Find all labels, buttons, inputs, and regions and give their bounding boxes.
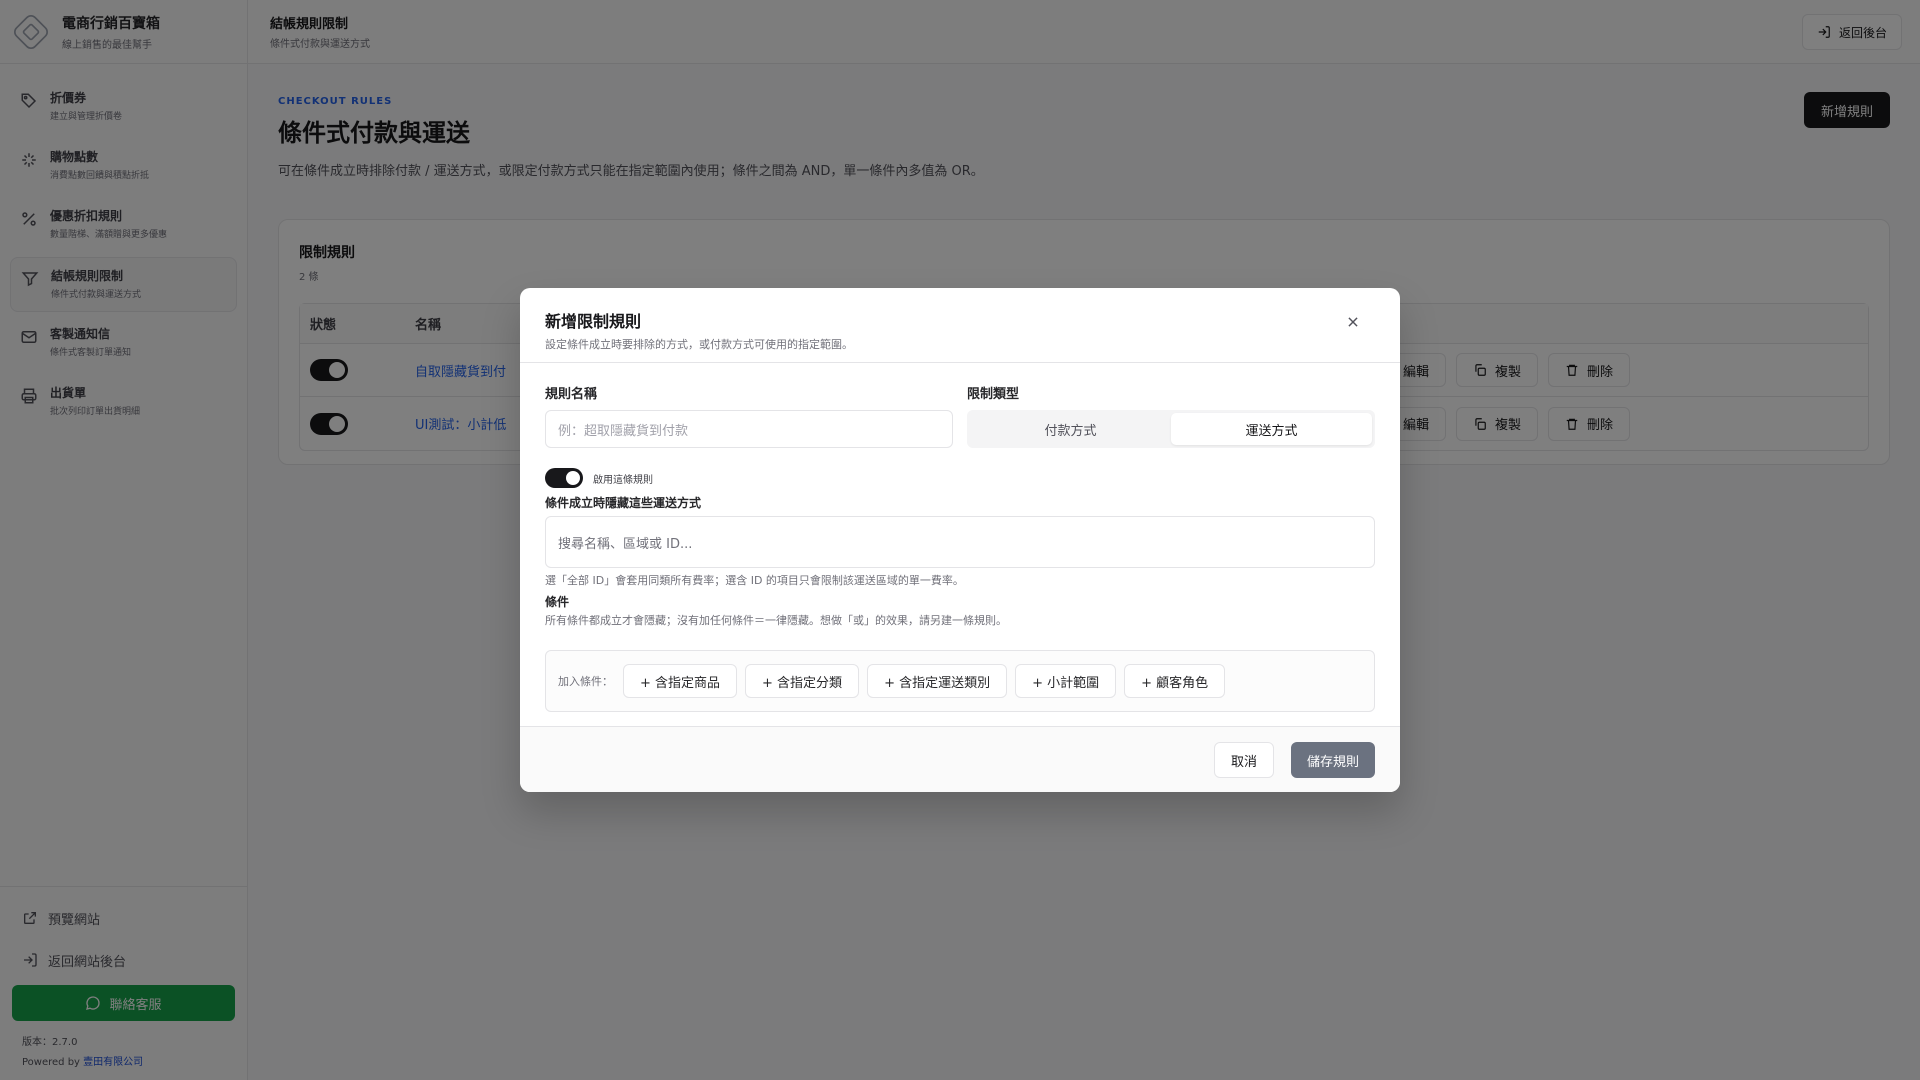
restriction-type-toggle: 付款方式 運送方式 (967, 410, 1375, 448)
new-rule-dialog: 新增限制規則 設定條件成立時要排除的方式，或付款方式可使用的指定範圍。 規則名稱… (520, 288, 1400, 792)
restriction-type-label: 限制類型 (967, 387, 1020, 402)
enable-rule-label: 啟用這條規則 (593, 474, 653, 486)
conditions-hint: 所有條件都成立才會隱藏；沒有加任何條件＝一律隱藏。想做「或」的效果，請另建一條規… (545, 614, 1007, 627)
dialog-title: 新增限制規則 (545, 312, 642, 331)
add-condition-shipping-class-button[interactable]: + 含指定運送類別 (867, 664, 1008, 698)
dialog-body: 規則名稱 例：超取隱藏貨到付款 限制類型 付款方式 運送方式 啟用這條規則 條件… (520, 363, 1400, 715)
hide-methods-label: 條件成立時隱藏這些運送方式 (545, 496, 702, 510)
add-condition-product-button[interactable]: + 含指定商品 (623, 664, 738, 698)
dialog-header: 新增限制規則 設定條件成立時要排除的方式，或付款方式可使用的指定範圍。 (520, 288, 1400, 363)
type-option-shipping[interactable]: 運送方式 (1171, 413, 1372, 445)
add-condition-bar: 加入條件： + 含指定商品 + 含指定分類 + 含指定運送類別 + 小計範圍 +… (545, 650, 1375, 712)
type-option-payment[interactable]: 付款方式 (970, 413, 1171, 445)
hide-methods-hint: 選「全部 ID」會套用同類所有費率；選含 ID 的項目只會限制該運送區域的單一費… (545, 574, 964, 587)
enable-rule-toggle[interactable] (545, 468, 583, 488)
enable-rule-row: 啟用這條規則 (545, 468, 1375, 488)
add-condition-customer-role-button[interactable]: + 顧客角色 (1124, 664, 1226, 698)
rule-name-placeholder: 例：超取隱藏貨到付款 (558, 423, 689, 439)
save-rule-button[interactable]: 儲存規則 (1290, 742, 1375, 778)
dialog-footer: 取消 儲存規則 (520, 726, 1400, 792)
add-condition-category-button[interactable]: + 含指定分類 (745, 664, 860, 698)
shipping-search-input[interactable]: 搜尋名稱、區域或 ID... (545, 516, 1375, 568)
close-icon[interactable] (1346, 315, 1360, 329)
add-condition-label: 加入條件： (558, 675, 613, 688)
cancel-button[interactable]: 取消 (1213, 742, 1274, 778)
search-placeholder: 搜尋名稱、區域或 ID... (558, 536, 693, 552)
dialog-subtitle: 設定條件成立時要排除的方式，或付款方式可使用的指定範圍。 (545, 338, 853, 351)
rule-name-label: 規則名稱 (545, 387, 598, 402)
add-condition-subtotal-button[interactable]: + 小計範圍 (1015, 664, 1117, 698)
conditions-label: 條件 (545, 595, 570, 609)
rule-name-input[interactable]: 例：超取隱藏貨到付款 (545, 410, 953, 448)
